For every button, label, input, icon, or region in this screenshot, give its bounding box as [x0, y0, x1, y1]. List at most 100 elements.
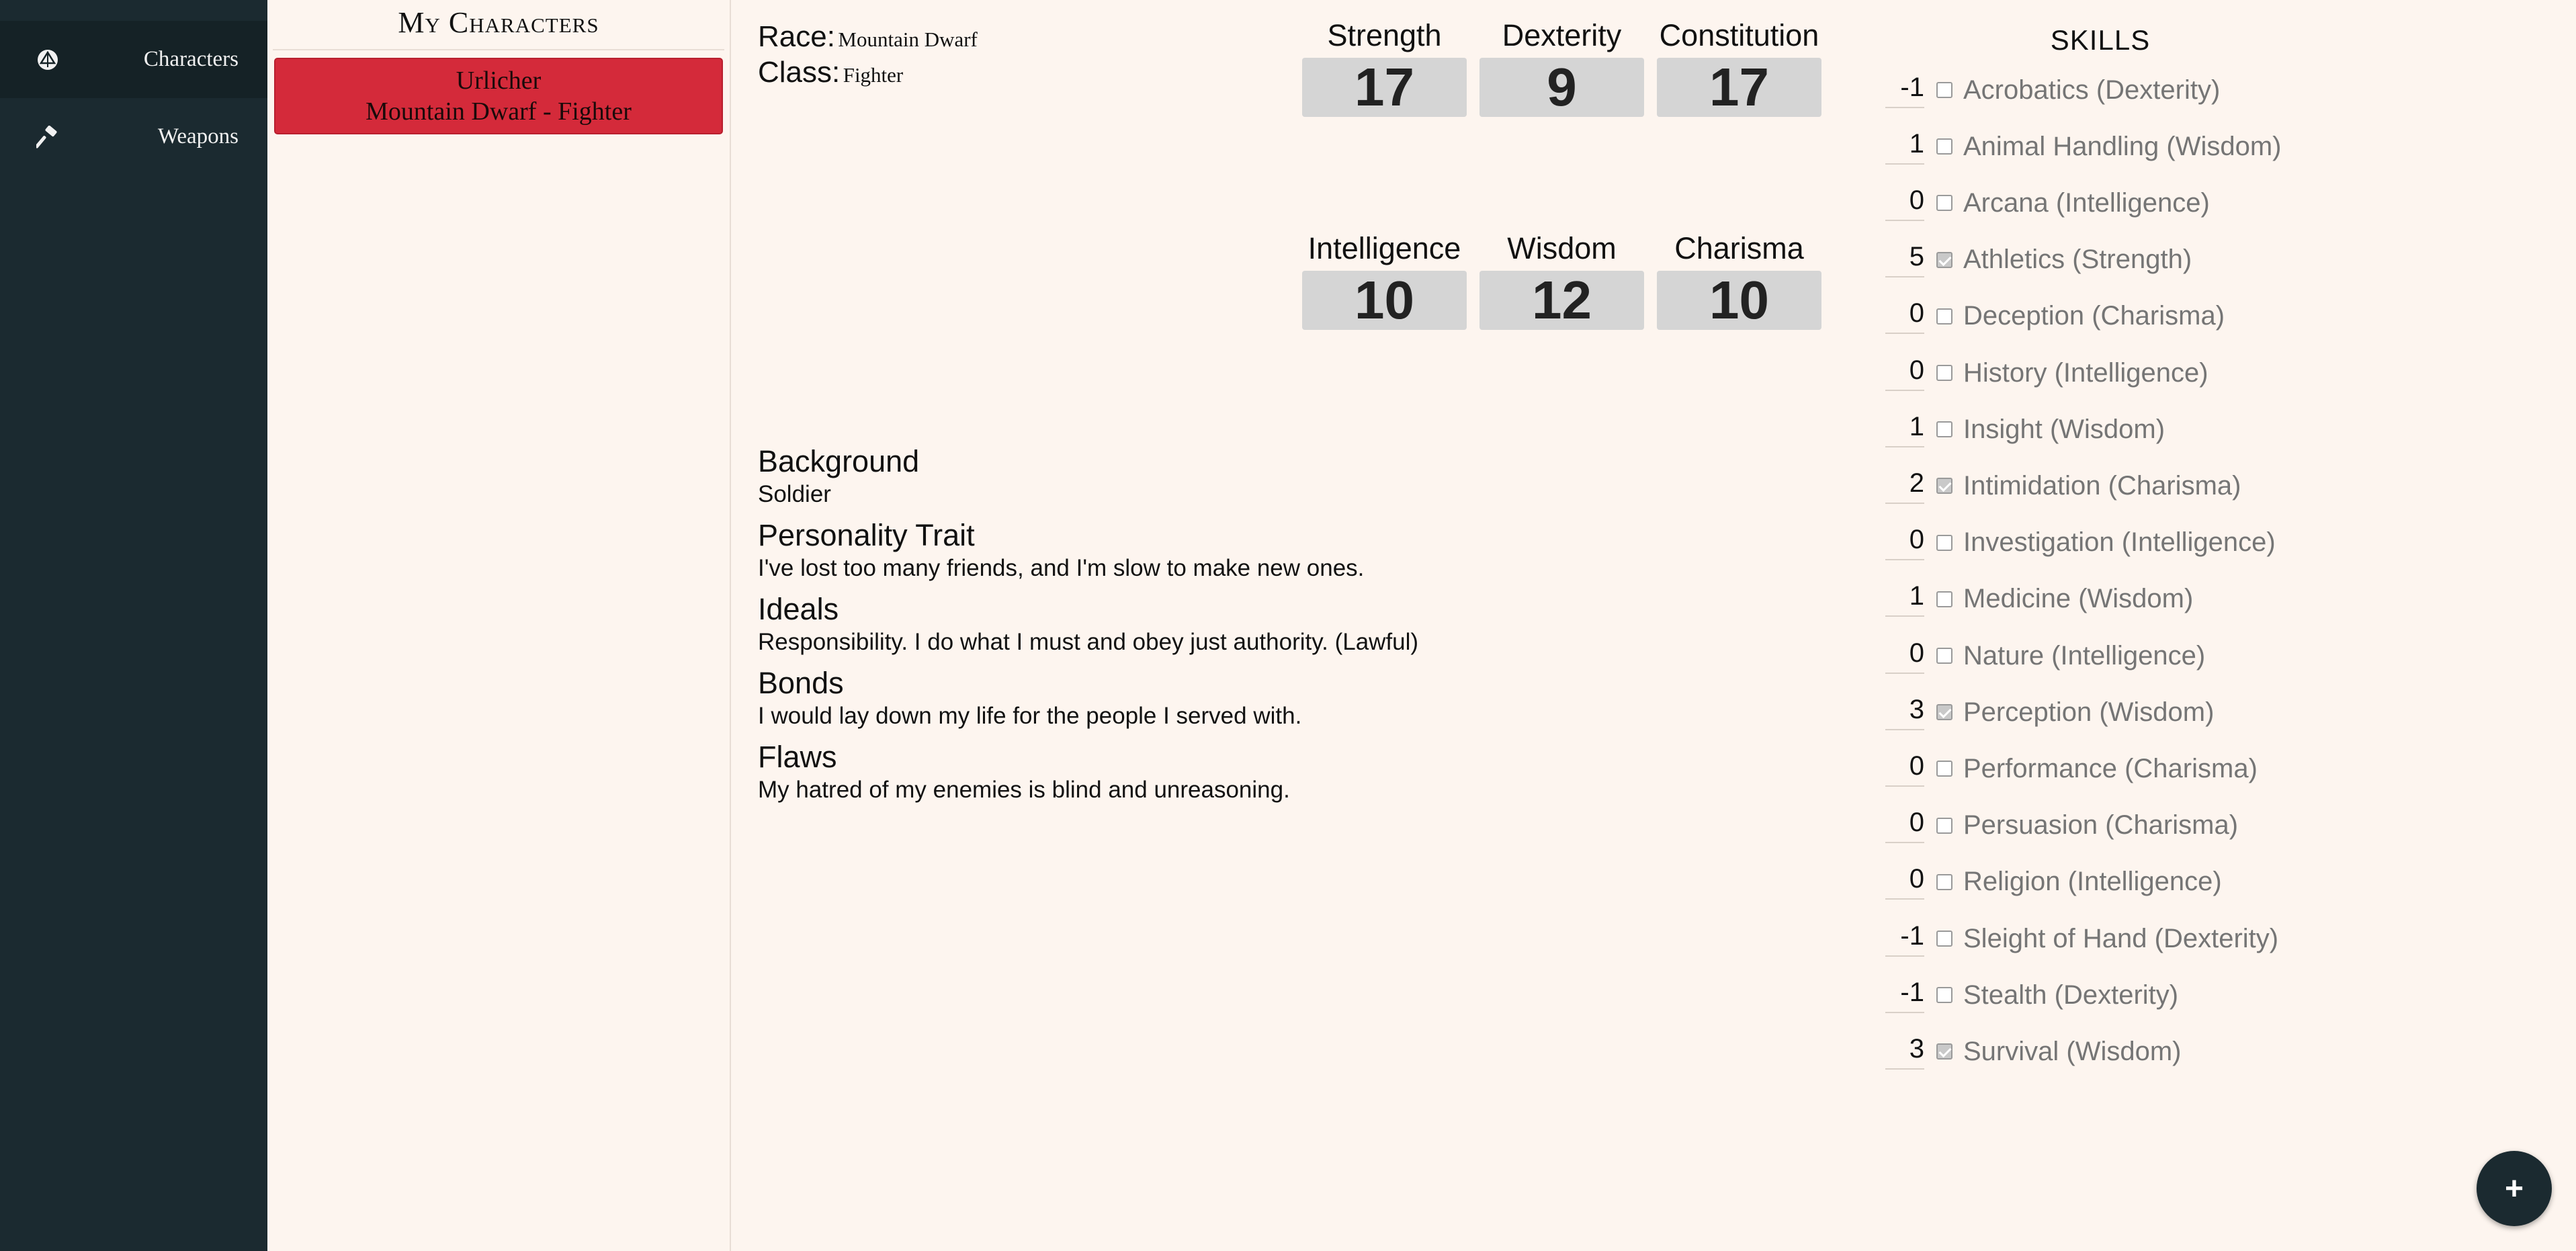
skill-proficiency-checkbox[interactable] [1936, 761, 1952, 777]
ability-name: Charisma [1674, 231, 1804, 265]
skill-proficiency-checkbox[interactable] [1936, 308, 1952, 325]
skill-row: 0 Religion (Intelligence) [1885, 861, 2222, 903]
skills-title: SKILLS [2050, 24, 2151, 56]
skill-proficiency-checkbox[interactable] [1936, 817, 1952, 834]
ability-name: Constitution [1659, 18, 1819, 52]
skill-row: 3 Perception (Wisdom) [1885, 691, 2214, 733]
bio-text: My hatred of my enemies is blind and unr… [758, 777, 1290, 803]
bio-title: Bonds [758, 666, 844, 700]
skill-proficiency-checkbox[interactable] [1936, 1043, 1952, 1060]
skill-modifier: 1 [1885, 581, 1924, 617]
class-value: Fighter [843, 63, 904, 87]
skill-modifier: 3 [1885, 695, 1924, 730]
skill-name: Sleight of Hand (Dexterity) [1963, 923, 2279, 953]
skill-row: 0 Performance (Charisma) [1885, 748, 2258, 789]
skill-modifier: 0 [1885, 864, 1924, 900]
skill-name: Medicine (Wisdom) [1963, 584, 2194, 614]
race-label: Race: [758, 20, 835, 53]
plus-icon: + [2504, 1170, 2524, 1207]
skill-name: Perception (Wisdom) [1963, 697, 2215, 727]
skill-proficiency-checkbox[interactable] [1936, 365, 1952, 381]
skill-proficiency-checkbox[interactable] [1936, 421, 1952, 438]
skill-name: Deception (Charisma) [1963, 301, 2225, 331]
skill-proficiency-checkbox[interactable] [1936, 478, 1952, 494]
skill-proficiency-checkbox[interactable] [1936, 82, 1952, 98]
skill-name: Performance (Charisma) [1963, 753, 2258, 783]
skill-modifier: -1 [1885, 921, 1924, 957]
skill-proficiency-checkbox[interactable] [1936, 534, 1952, 551]
skill-proficiency-checkbox[interactable] [1936, 987, 1952, 1004]
skill-modifier: 0 [1885, 525, 1924, 561]
skill-modifier: 0 [1885, 185, 1924, 221]
character-card-name: Urlicher [456, 67, 542, 95]
ability-score[interactable]: 9 [1479, 58, 1644, 117]
ability-name: Strength [1327, 18, 1442, 52]
ability-score[interactable]: 10 [1302, 271, 1467, 330]
bio-title: Personality Trait [758, 518, 975, 552]
skill-row: 1 Insight (Wisdom) [1885, 408, 2165, 450]
skill-proficiency-checkbox[interactable] [1936, 931, 1952, 947]
ability-score[interactable]: 12 [1479, 271, 1644, 330]
ability-constitution: Constitution 17 [1657, 16, 1821, 117]
skill-row: 0 Nature (Intelligence) [1885, 635, 2205, 677]
skill-row: -1 Sleight of Hand (Dexterity) [1885, 918, 2278, 959]
nav-item-label: Characters [143, 47, 239, 71]
skill-name: Animal Handling (Wisdom) [1963, 131, 2282, 161]
skill-name: Survival (Wisdom) [1963, 1036, 2182, 1066]
bio-title: Ideals [758, 592, 839, 626]
divider [273, 49, 724, 50]
ability-score[interactable]: 17 [1657, 58, 1821, 117]
skill-row: 1 Medicine (Wisdom) [1885, 578, 2193, 620]
skill-row: 0 History (Intelligence) [1885, 352, 2208, 394]
skill-proficiency-checkbox[interactable] [1936, 195, 1952, 212]
ability-name: Intelligence [1307, 231, 1461, 265]
class-label: Class: [758, 56, 841, 89]
skill-proficiency-checkbox[interactable] [1936, 591, 1952, 607]
skill-proficiency-checkbox[interactable] [1936, 251, 1952, 268]
skill-name: History (Intelligence) [1963, 357, 2208, 388]
race-value: Mountain Dwarf [838, 28, 978, 51]
race-row: Race: Mountain Dwarf [758, 20, 978, 54]
sidebar-nav: Characters Weapons [0, 0, 267, 1251]
skill-modifier: -1 [1885, 73, 1924, 108]
nav-item-characters[interactable]: Characters [0, 21, 267, 98]
skill-proficiency-checkbox[interactable] [1936, 873, 1952, 890]
skill-modifier: 2 [1885, 468, 1924, 504]
add-character-button[interactable]: + [2477, 1151, 2552, 1226]
ability-strength: Strength 17 [1302, 16, 1467, 117]
skill-proficiency-checkbox[interactable] [1936, 138, 1952, 155]
skill-row: 0 Arcana (Intelligence) [1885, 182, 2210, 224]
ability-score[interactable]: 17 [1302, 58, 1467, 117]
ability-score[interactable]: 10 [1657, 271, 1821, 330]
skill-name: Intimidation (Charisma) [1963, 470, 2241, 501]
character-list-title: My Characters [398, 6, 599, 39]
bio-bonds: Bonds I would lay down my life for the p… [758, 665, 1497, 731]
ability-wisdom: Wisdom 12 [1479, 229, 1644, 330]
nav-item-weapons[interactable]: Weapons [0, 98, 267, 175]
skill-modifier: 0 [1885, 298, 1924, 335]
bio-ideals: Ideals Responsibility. I do what I must … [758, 591, 1497, 657]
skill-row: 0 Investigation (Intelligence) [1885, 522, 2276, 564]
skill-name: Arcana (Intelligence) [1963, 187, 2210, 218]
skill-name: Acrobatics (Dexterity) [1963, 75, 2221, 105]
skill-modifier: 0 [1885, 808, 1924, 844]
skill-row: 0 Persuasion (Charisma) [1885, 805, 2238, 847]
skill-proficiency-checkbox[interactable] [1936, 648, 1952, 664]
skill-row: 2 Intimidation (Charisma) [1885, 465, 2241, 507]
skill-name: Insight (Wisdom) [1963, 414, 2165, 444]
character-card[interactable]: Urlicher Mountain Dwarf - Fighter [274, 58, 723, 134]
ability-dexterity: Dexterity 9 [1479, 16, 1644, 117]
skill-row: -1 Stealth (Dexterity) [1885, 974, 2178, 1016]
skill-modifier: 0 [1885, 751, 1924, 787]
skill-modifier: 3 [1885, 1034, 1924, 1070]
bio-text: I would lay down my life for the people … [758, 703, 1302, 729]
bio-background: Background Soldier [758, 443, 1497, 509]
skill-name: Stealth (Dexterity) [1963, 980, 2179, 1010]
bio-flaws: Flaws My hatred of my enemies is blind a… [758, 739, 1497, 805]
character-list-panel: My Characters Urlicher Mountain Dwarf - … [267, 0, 731, 1251]
character-bio: Background Soldier Personality Trait I'v… [758, 443, 1497, 813]
skill-modifier: 1 [1885, 412, 1924, 447]
skill-row: 3 Survival (Wisdom) [1885, 1031, 2181, 1072]
skill-proficiency-checkbox[interactable] [1936, 704, 1952, 721]
bio-title: Flaws [758, 740, 837, 774]
